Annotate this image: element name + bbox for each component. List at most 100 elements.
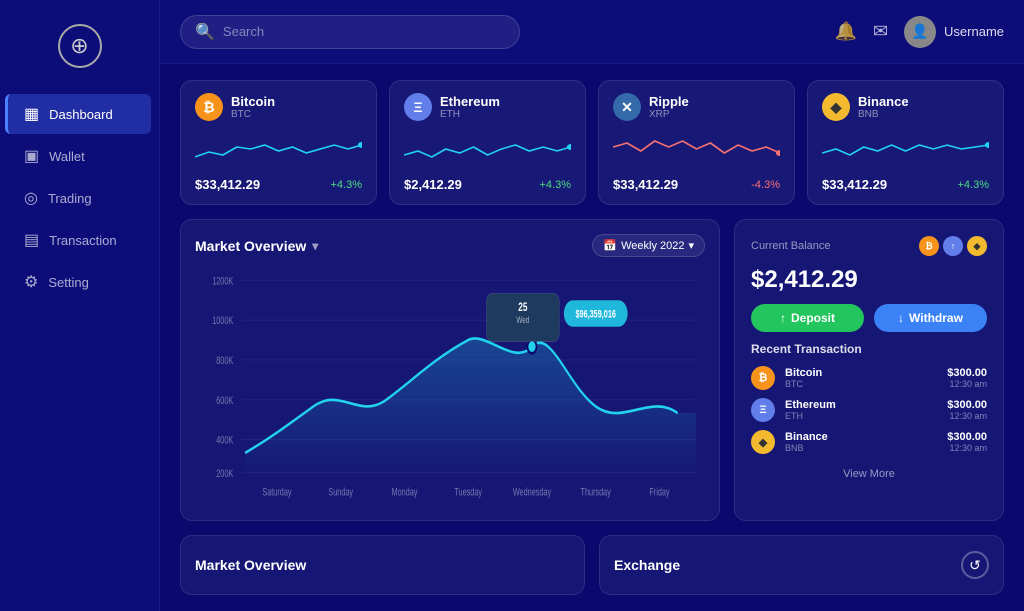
sidebar-item-trading-label: Trading xyxy=(48,191,92,206)
mail-icon[interactable]: ✉ xyxy=(873,21,888,42)
svg-text:Saturday: Saturday xyxy=(262,486,291,498)
market-chart-card: Market Overview ▾ 📅 Weekly 2022 ▾ xyxy=(180,219,720,521)
xrp-icon: ✕ xyxy=(613,93,641,121)
xrp-name: Ripple xyxy=(649,94,689,109)
tx-bnb-time: 12:30 am xyxy=(947,443,987,453)
deposit-icon: ↑ xyxy=(780,311,786,325)
tx-btc-symbol: BTC xyxy=(785,379,937,389)
bottom-section: Market Overview ▾ 📅 Weekly 2022 ▾ xyxy=(180,219,1004,521)
bnb-price: $33,412.29 xyxy=(822,177,887,192)
xrp-symbol: XRP xyxy=(649,109,689,120)
balance-card: Current Balance ₿ ↑ ◆ $2,412.29 ↑ Deposi… xyxy=(734,219,1004,521)
sidebar-item-setting[interactable]: ⚙ Setting xyxy=(8,262,151,302)
bottom-card-exchange-title: Exchange xyxy=(614,557,680,573)
svg-text:Monday: Monday xyxy=(392,486,418,498)
sidebar-item-setting-label: Setting xyxy=(48,275,88,290)
sidebar-item-wallet-label: Wallet xyxy=(49,149,85,164)
btc-chart xyxy=(195,127,362,167)
coin-header-bnb: ◆ Binance BNB xyxy=(822,93,989,121)
balance-actions: ↑ Deposit ↓ Withdraw xyxy=(751,304,987,332)
svg-text:1000K: 1000K xyxy=(212,315,233,327)
balance-header: Current Balance ₿ ↑ ◆ xyxy=(751,236,987,256)
deposit-button[interactable]: ↑ Deposit xyxy=(751,304,864,332)
bnb-change: +4.3% xyxy=(958,179,990,191)
btc-footer: $33,412.29 +4.3% xyxy=(195,177,362,192)
tx-eth-time: 12:30 am xyxy=(947,411,987,421)
transaction-icon: ▤ xyxy=(24,230,39,250)
coin-header-xrp: ✕ Ripple XRP xyxy=(613,93,780,121)
svg-text:600K: 600K xyxy=(216,394,233,406)
svg-text:Friday: Friday xyxy=(649,486,670,498)
xrp-footer: $33,412.29 -4.3% xyxy=(613,177,780,192)
search-input[interactable] xyxy=(223,24,505,39)
tx-bnb-name: Binance xyxy=(785,431,937,443)
svg-text:Wed: Wed xyxy=(516,315,529,325)
eth-chart xyxy=(404,127,571,167)
eth-footer: $2,412.29 +4.3% xyxy=(404,177,571,192)
avatar: 👤 xyxy=(904,16,936,48)
svg-text:400K: 400K xyxy=(216,434,233,446)
balance-btc-icon: ₿ xyxy=(919,236,939,256)
sidebar: ⊕ ▦ Dashboard ▣ Wallet ◎ Trading ▤ Trans… xyxy=(0,0,160,611)
svg-text:25: 25 xyxy=(518,301,527,314)
sidebar-item-wallet[interactable]: ▣ Wallet xyxy=(8,136,151,176)
withdraw-button[interactable]: ↓ Withdraw xyxy=(874,304,987,332)
tx-eth-symbol: ETH xyxy=(785,411,937,421)
period-dropdown[interactable]: 📅 Weekly 2022 ▾ xyxy=(592,234,705,257)
bottom-card-market-title: Market Overview xyxy=(195,557,306,573)
svg-text:200K: 200K xyxy=(216,467,233,479)
bnb-chart xyxy=(822,127,989,167)
bottom-card-exchange: Exchange ↺ xyxy=(599,535,1004,595)
sidebar-item-dashboard[interactable]: ▦ Dashboard xyxy=(5,94,151,134)
balance-eth-icon: ↑ xyxy=(943,236,963,256)
trading-icon: ◎ xyxy=(24,188,38,208)
user-profile[interactable]: 👤 Username xyxy=(904,16,1004,48)
tx-btc-icon: ₿ xyxy=(751,366,775,390)
sidebar-item-trading[interactable]: ◎ Trading xyxy=(8,178,151,218)
search-box[interactable]: 🔍 xyxy=(180,15,520,49)
btc-change: +4.3% xyxy=(331,179,363,191)
logo-area: ⊕ xyxy=(0,16,159,92)
tx-item-eth: Ξ Ethereum ETH $300.00 12:30 am xyxy=(751,398,987,422)
eth-icon: Ξ xyxy=(404,93,432,121)
setting-icon: ⚙ xyxy=(24,272,38,292)
tx-eth-icon: Ξ xyxy=(751,398,775,422)
withdraw-icon: ↓ xyxy=(898,311,904,325)
tx-bnb-value: $300.00 xyxy=(947,431,987,443)
svg-text:$96,359,016: $96,359,016 xyxy=(575,308,615,320)
tx-eth-value: $300.00 xyxy=(947,399,987,411)
tx-item-btc: ₿ Bitcoin BTC $300.00 12:30 am xyxy=(751,366,987,390)
xrp-chart xyxy=(613,127,780,167)
eth-symbol: ETH xyxy=(440,109,500,120)
bottom-cards-row: Market Overview Exchange ↺ xyxy=(180,535,1004,595)
eth-name: Ethereum xyxy=(440,94,500,109)
tx-btc-time: 12:30 am xyxy=(947,379,987,389)
sidebar-item-dashboard-label: Dashboard xyxy=(49,107,113,122)
bnb-icon: ◆ xyxy=(822,93,850,121)
xrp-price: $33,412.29 xyxy=(613,177,678,192)
market-chart-title: Market Overview ▾ xyxy=(195,238,318,254)
main-content: 🔍 🔔 ✉ 👤 Username ₿ Bitcoin BTC xyxy=(160,0,1024,611)
dashboard-icon: ▦ xyxy=(24,104,39,124)
exchange-icon[interactable]: ↺ xyxy=(961,551,989,579)
tx-btc-info: Bitcoin BTC xyxy=(785,367,937,389)
topbar: 🔍 🔔 ✉ 👤 Username xyxy=(160,0,1024,64)
tx-bnb-amount: $300.00 12:30 am xyxy=(947,431,987,453)
coin-cards-row: ₿ Bitcoin BTC $33,412.29 +4.3% xyxy=(180,80,1004,205)
tx-bnb-symbol: BNB xyxy=(785,443,937,453)
sidebar-item-transaction[interactable]: ▤ Transaction xyxy=(8,220,151,260)
eth-change: +4.3% xyxy=(540,179,572,191)
bnb-footer: $33,412.29 +4.3% xyxy=(822,177,989,192)
coin-card-btc: ₿ Bitcoin BTC $33,412.29 +4.3% xyxy=(180,80,377,205)
btc-symbol: BTC xyxy=(231,109,275,120)
sidebar-nav: ▦ Dashboard ▣ Wallet ◎ Trading ▤ Transac… xyxy=(0,92,159,304)
coin-header-btc: ₿ Bitcoin BTC xyxy=(195,93,362,121)
logo-icon: ⊕ xyxy=(58,24,102,68)
view-more-link[interactable]: View More xyxy=(751,464,987,480)
tx-btc-amount: $300.00 12:30 am xyxy=(947,367,987,389)
notification-icon[interactable]: 🔔 xyxy=(835,21,857,42)
balance-amount: $2,412.29 xyxy=(751,266,987,294)
coin-card-xrp: ✕ Ripple XRP $33,412.29 -4.3% xyxy=(598,80,795,205)
svg-text:Wednesday: Wednesday xyxy=(513,486,552,498)
dashboard-content: ₿ Bitcoin BTC $33,412.29 +4.3% xyxy=(160,64,1024,611)
